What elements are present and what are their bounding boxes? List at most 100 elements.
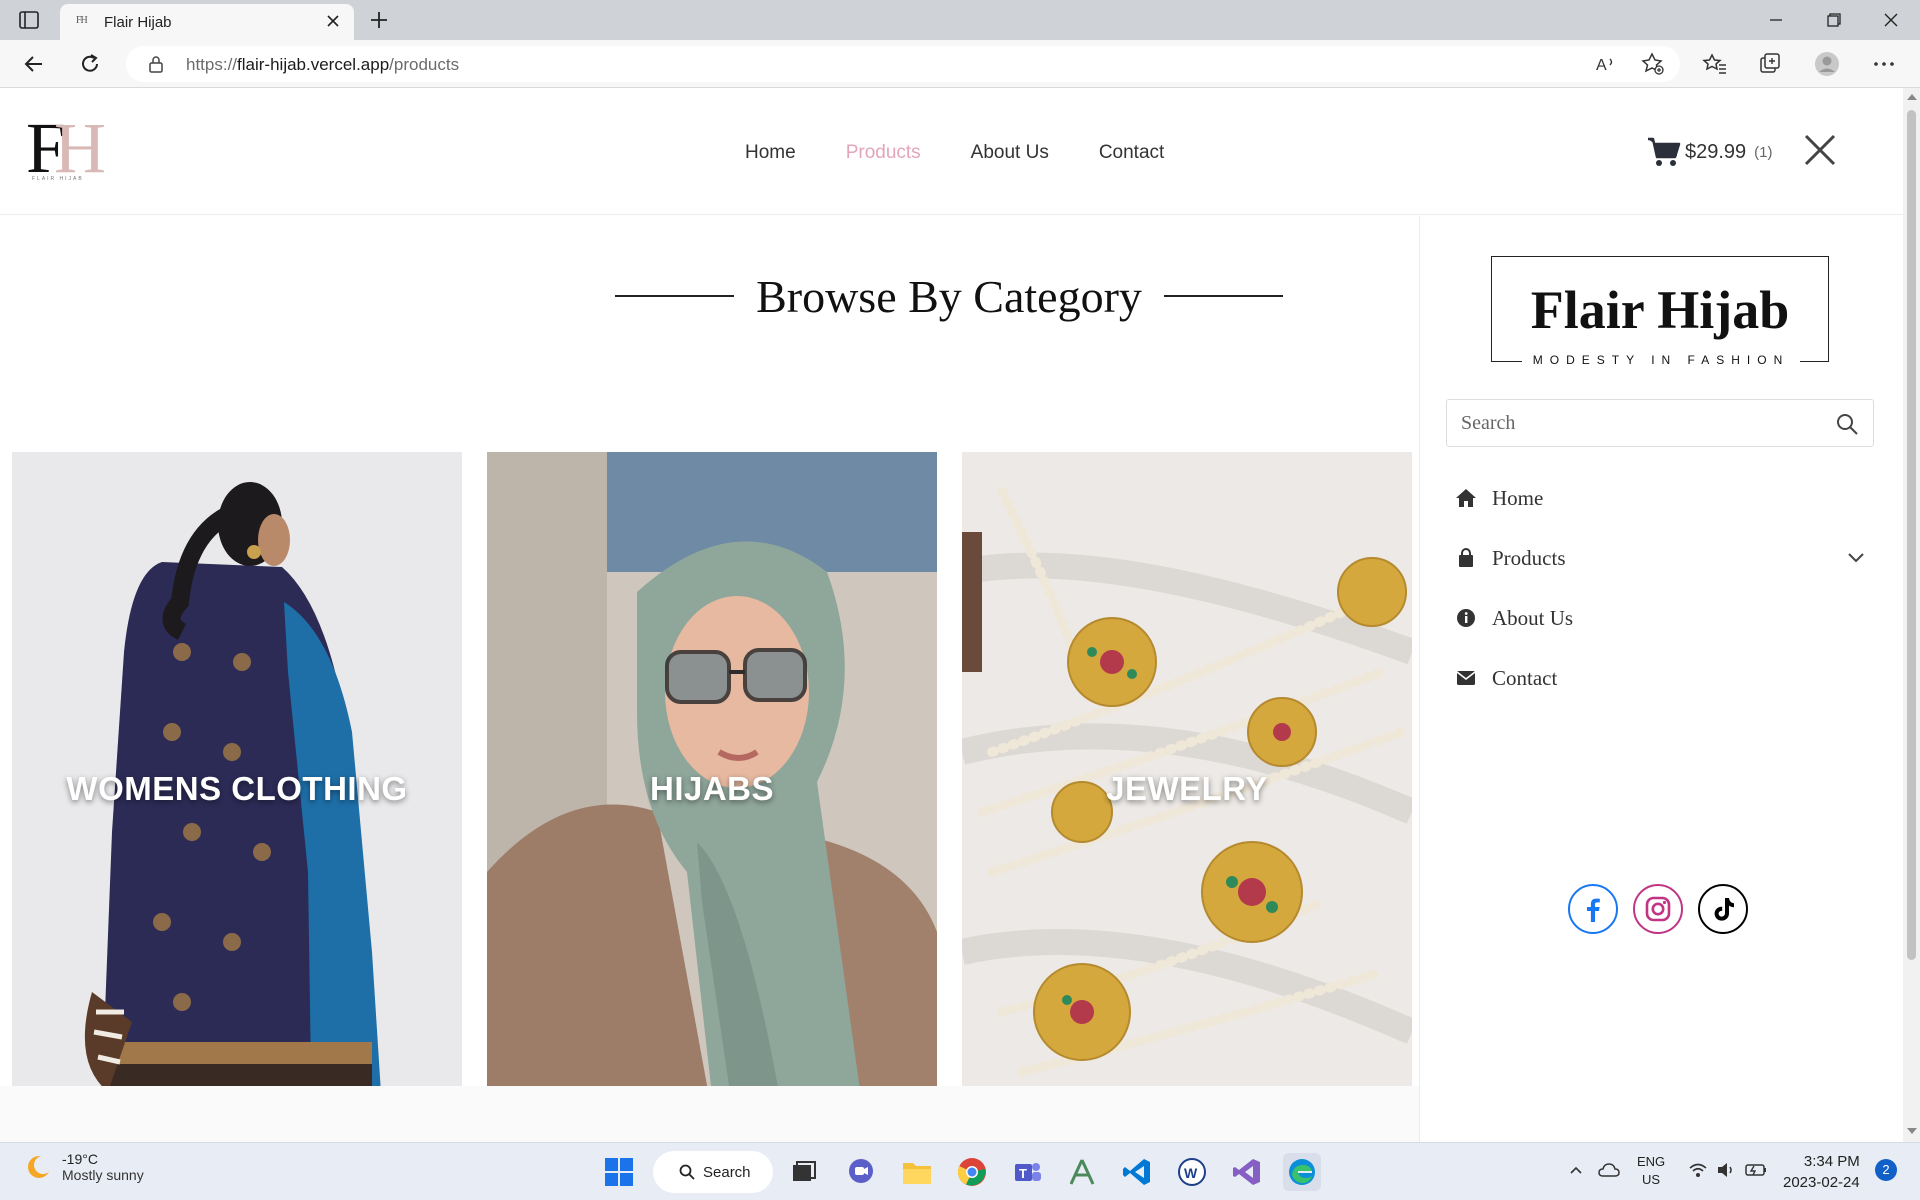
- category-label: WOMENS CLOTHING: [66, 770, 408, 807]
- refresh-icon[interactable]: [77, 51, 103, 77]
- language-indicator[interactable]: ENG US: [1637, 1153, 1665, 1189]
- drawer-item-label: Contact: [1492, 665, 1558, 690]
- svg-text:T: T: [1019, 1166, 1027, 1181]
- language-code: ENG: [1637, 1154, 1666, 1169]
- system-clock[interactable]: 3:34 PM 2023-02-24: [1783, 1151, 1860, 1193]
- start-button[interactable]: [600, 1153, 638, 1191]
- browser-tab[interactable]: FH Flair Hijab: [60, 4, 354, 40]
- section-heading: Browse By Category: [615, 268, 1283, 324]
- taskbar-visual-studio[interactable]: [1228, 1153, 1266, 1191]
- side-drawer: Flair Hijab MODESTY IN FASHION Home Prod…: [1419, 216, 1903, 1142]
- category-card-hijabs[interactable]: HIJABS: [487, 452, 937, 1140]
- weather-temperature: -19°C: [62, 1151, 98, 1167]
- taskbar-search-label: Search: [703, 1163, 751, 1181]
- drawer-item-products[interactable]: Products: [1446, 536, 1874, 580]
- social-links: [1568, 884, 1748, 934]
- category-card-jewelry[interactable]: JEWELRY: [962, 452, 1412, 1140]
- nav-home[interactable]: Home: [745, 142, 796, 164]
- svg-text:W: W: [1184, 1165, 1198, 1181]
- drawer-item-contact[interactable]: Contact: [1446, 656, 1874, 700]
- drawer-brand-logo[interactable]: Flair Hijab MODESTY IN FASHION: [1491, 256, 1829, 367]
- taskbar-app-w[interactable]: W: [1173, 1153, 1211, 1191]
- search-icon[interactable]: [1835, 412, 1859, 436]
- more-options-icon[interactable]: [1871, 51, 1897, 77]
- svg-text:A: A: [1596, 57, 1607, 74]
- scrollbar-thumb[interactable]: [1907, 110, 1916, 960]
- taskbar-app-green[interactable]: [1063, 1153, 1101, 1191]
- weather-widget[interactable]: -19°C Mostly sunny: [24, 1151, 144, 1183]
- taskbar-task-view[interactable]: [785, 1153, 823, 1191]
- drawer-item-about-us[interactable]: About Us: [1446, 596, 1874, 640]
- brand-name: Flair Hijab: [1530, 280, 1790, 340]
- close-drawer-icon[interactable]: [1803, 133, 1837, 167]
- restore-icon[interactable]: [1821, 8, 1845, 32]
- chevron-up-icon[interactable]: [1568, 1162, 1584, 1178]
- battery-icon[interactable]: [1745, 1162, 1767, 1178]
- read-aloud-icon[interactable]: A: [1593, 51, 1619, 77]
- taskbar-chrome[interactable]: [953, 1153, 991, 1191]
- tiktok-link[interactable]: [1698, 884, 1748, 934]
- scroll-down-icon[interactable]: [1907, 1128, 1917, 1134]
- close-tab-icon[interactable]: [324, 12, 342, 30]
- profile-avatar-icon[interactable]: [1814, 51, 1840, 77]
- close-window-icon[interactable]: [1879, 8, 1903, 32]
- chevron-down-icon[interactable]: [1846, 548, 1866, 568]
- page-footer-strip: [0, 1086, 1419, 1142]
- drawer-item-label: Products: [1492, 545, 1566, 570]
- add-favorite-icon[interactable]: [1640, 51, 1666, 77]
- instagram-link[interactable]: [1633, 884, 1683, 934]
- volume-icon[interactable]: [1716, 1161, 1736, 1179]
- favicon-icon: FH: [76, 15, 88, 26]
- wifi-icon[interactable]: [1688, 1161, 1708, 1179]
- tab-actions-icon[interactable]: [18, 9, 40, 31]
- scroll-up-icon[interactable]: [1907, 94, 1917, 100]
- instagram-icon: [1645, 896, 1671, 922]
- taskbar-vscode[interactable]: [1118, 1153, 1156, 1191]
- nav-about-us[interactable]: About Us: [971, 142, 1049, 164]
- drawer-item-home[interactable]: Home: [1446, 476, 1874, 520]
- taskbar-edge[interactable]: [1283, 1153, 1321, 1191]
- heading-rule-left: [615, 295, 735, 297]
- logo-subtitle: FLAIR HIJAB: [32, 176, 84, 182]
- category-section: Browse By Category WOMENS CLOTHING HIJAB…: [0, 216, 1419, 1140]
- edge-icon: [1289, 1159, 1315, 1185]
- url-field[interactable]: https://flair-hijab.vercel.app/products: [126, 46, 1680, 82]
- brand-tagline: MODESTY IN FASHION: [1522, 353, 1800, 367]
- clock-date: 2023-02-24: [1783, 1174, 1860, 1191]
- bag-icon: [1454, 546, 1478, 570]
- collections-icon[interactable]: [1757, 51, 1783, 77]
- minimize-icon[interactable]: [1764, 8, 1788, 32]
- main-nav: Home Products About Us Contact: [745, 142, 1164, 164]
- drawer-item-label: About Us: [1492, 605, 1574, 630]
- site-header: FH FLAIR HIJAB Home Products About Us Co…: [0, 88, 1903, 215]
- lock-icon[interactable]: [148, 55, 164, 73]
- favorites-icon[interactable]: [1702, 51, 1728, 77]
- notification-badge[interactable]: 2: [1875, 1159, 1897, 1181]
- page-title: Browse By Category: [756, 270, 1142, 322]
- taskbar-chat[interactable]: [842, 1153, 880, 1191]
- clock-time: 3:34 PM: [1803, 1153, 1860, 1170]
- teams-icon: T: [1015, 1163, 1041, 1181]
- taskbar: -19°C Mostly sunny Search T W ENG US 3:3…: [0, 1142, 1920, 1200]
- site-logo[interactable]: FH FLAIR HIJAB: [26, 112, 106, 186]
- nav-contact[interactable]: Contact: [1099, 142, 1164, 164]
- mail-icon: [1454, 666, 1478, 690]
- taskbar-teams[interactable]: T: [1008, 1153, 1046, 1191]
- nav-products[interactable]: Products: [846, 142, 921, 164]
- page-scrollbar[interactable]: [1903, 88, 1920, 1142]
- back-icon[interactable]: [21, 51, 47, 77]
- cart-button[interactable]: $29.99 (1): [1647, 132, 1773, 172]
- app-w-icon: W: [1178, 1158, 1206, 1186]
- cart-icon: [1648, 137, 1681, 166]
- taskbar-file-explorer[interactable]: [898, 1153, 936, 1191]
- search-icon: [679, 1164, 695, 1180]
- facebook-link[interactable]: [1568, 884, 1618, 934]
- drawer-item-label: Home: [1492, 485, 1544, 510]
- info-icon: [1454, 606, 1478, 630]
- search-input[interactable]: [1447, 400, 1827, 446]
- onedrive-icon[interactable]: [1598, 1161, 1620, 1179]
- new-tab-icon[interactable]: [368, 9, 390, 31]
- region-code: US: [1642, 1172, 1661, 1187]
- category-card-womens-clothing[interactable]: WOMENS CLOTHING: [12, 452, 462, 1140]
- taskbar-search[interactable]: Search: [653, 1151, 773, 1193]
